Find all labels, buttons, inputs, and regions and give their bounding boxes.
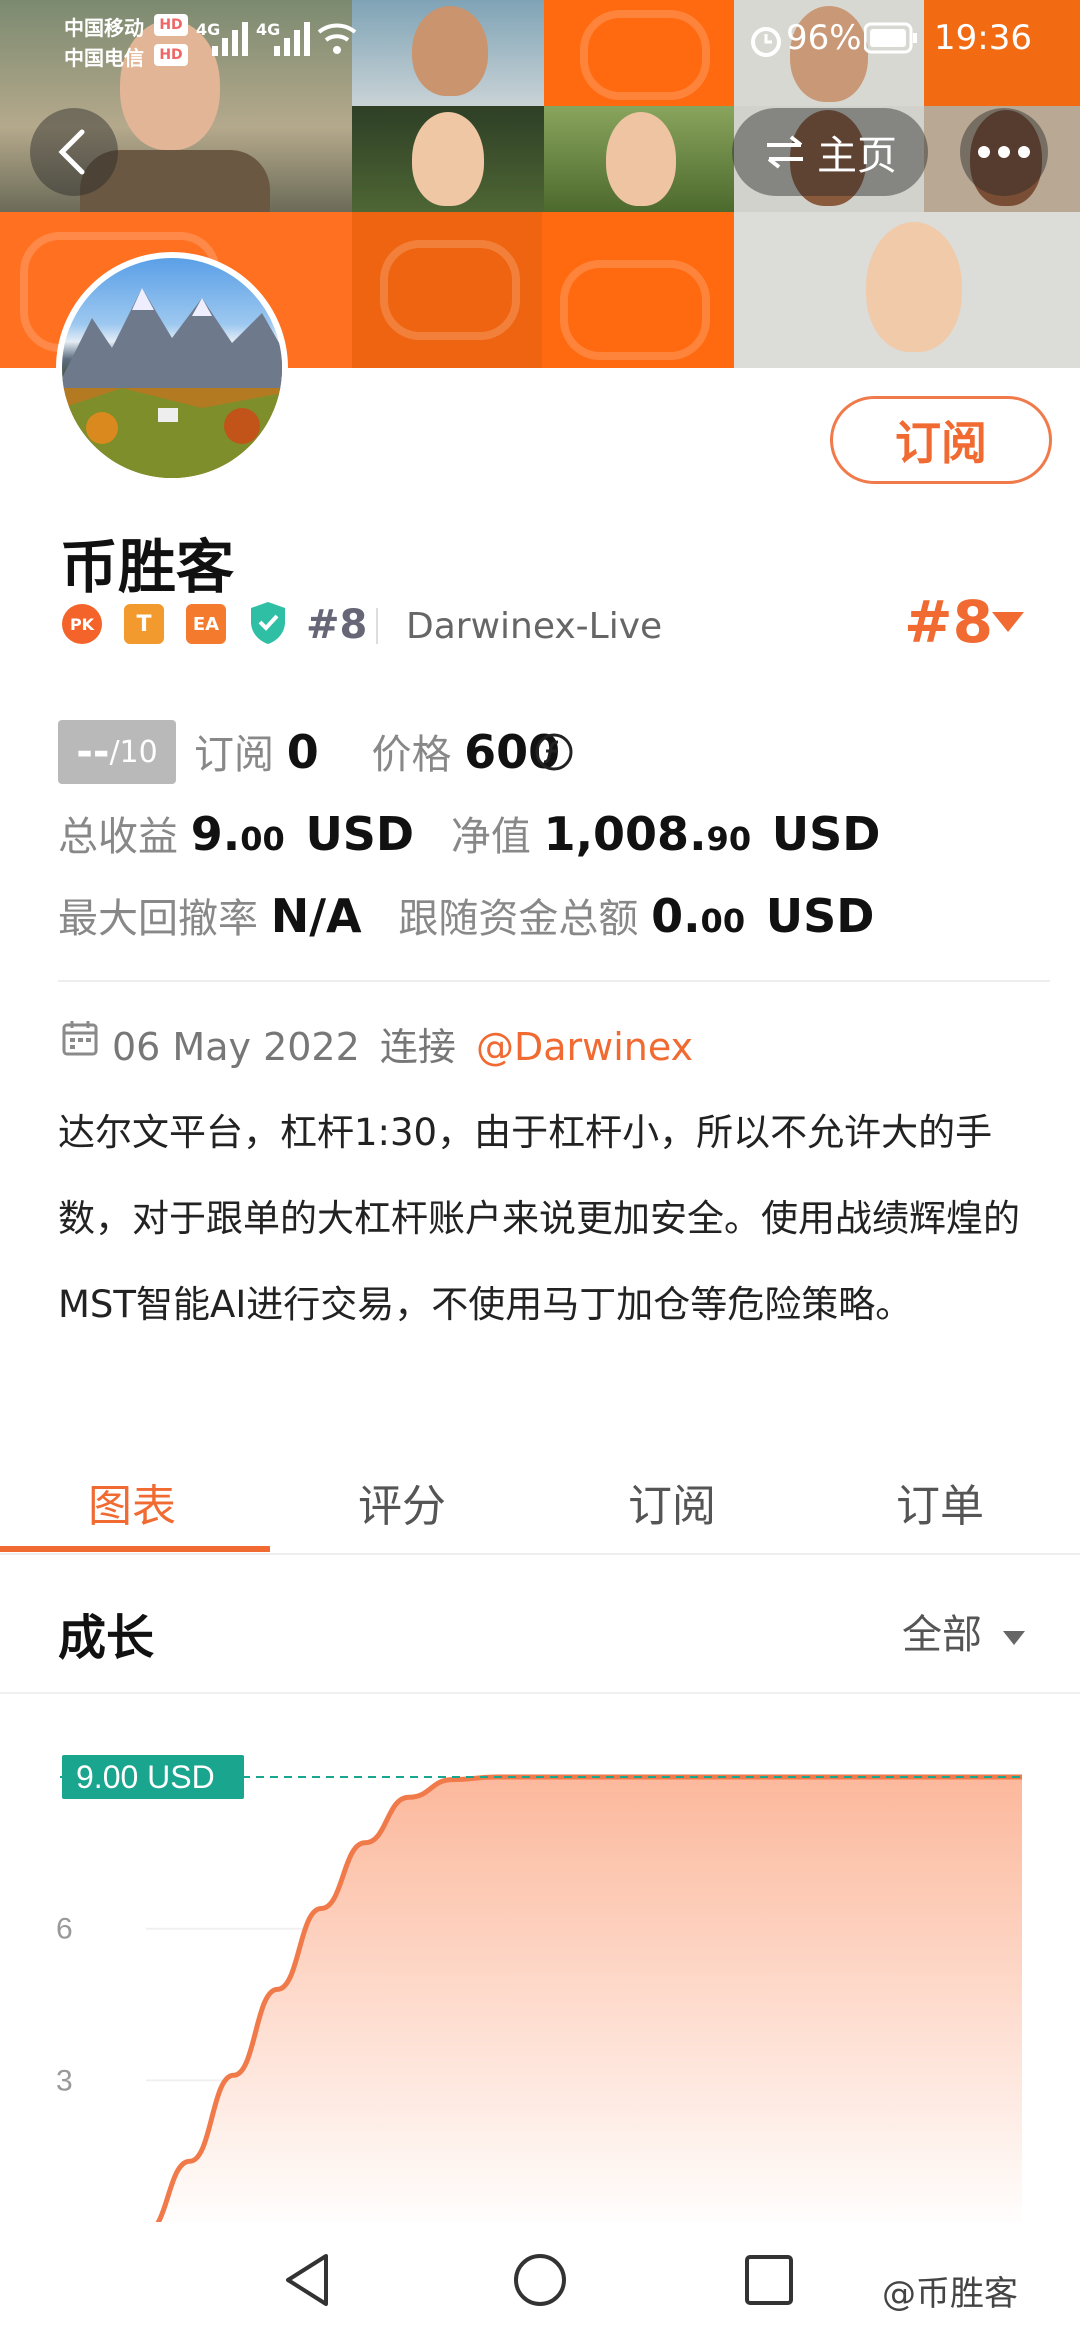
score-max: /10	[109, 734, 158, 770]
mountain-landscape-image	[62, 288, 282, 478]
range-filter[interactable]: 全部	[902, 1602, 1027, 1660]
drawdown-label: 最大回撤率	[58, 896, 258, 942]
section-divider	[58, 980, 1050, 982]
more-icon	[978, 146, 1030, 158]
score-value: --	[76, 729, 110, 775]
drawdown-row: 最大回撤率 N/A 跟随资金总额 0.00 USD	[58, 886, 874, 944]
equity-unit: USD	[771, 807, 881, 861]
divider	[376, 608, 378, 644]
chart-divider	[0, 1692, 1080, 1694]
total-profit-dec: 00	[240, 820, 285, 858]
home-button[interactable]: 主页	[732, 108, 928, 196]
y-tick-label: 3	[56, 2064, 73, 2097]
subscribe-count-label: 订阅	[194, 732, 274, 778]
coin-icon	[535, 733, 573, 771]
profit-row: 总收益 9.00 USD 净值 1,008.90 USD	[58, 804, 880, 862]
ea-badge-label: EA	[192, 613, 220, 635]
follow-int: 0.	[651, 889, 701, 943]
calendar-icon	[62, 1021, 98, 1056]
account-description: 达尔文平台，杠杆1:30，由于杠杆小，所以不允许大的手数，对于跟单的大杠杆账户来…	[58, 1111, 1020, 1326]
broker-name[interactable]: Darwinex-Live	[406, 606, 662, 647]
equity-label: 净值	[450, 814, 531, 860]
tab-rating[interactable]: 评分	[358, 1470, 446, 1534]
total-profit-unit: USD	[305, 807, 415, 861]
pk-badge[interactable]: PK	[62, 604, 102, 644]
follow-dec: 00	[700, 902, 746, 940]
chevron-left-icon	[58, 129, 85, 175]
price-label: 价格	[371, 732, 452, 778]
home-label: 主页	[817, 133, 897, 179]
recents-nav-icon[interactable]	[744, 2254, 794, 2306]
tab-chart[interactable]: 图表	[88, 1470, 176, 1534]
ea-badge[interactable]: EA	[186, 604, 226, 644]
connect-date: 06 May 2022	[112, 1025, 360, 1069]
section-title: 成长	[58, 1610, 155, 1666]
range-filter-label: 全部	[902, 1612, 982, 1658]
swap-icon	[767, 135, 803, 169]
follow-unit: USD	[765, 889, 875, 943]
active-tab-indicator	[0, 1546, 270, 1552]
signal-icon-2	[274, 22, 310, 56]
battery-icon	[864, 22, 917, 54]
tab-orders[interactable]: 订单	[896, 1470, 984, 1534]
score-box: -- /10	[58, 720, 176, 784]
equity-int: 1,008.	[543, 807, 707, 861]
connect-row: 06 May 2022 连接 @Darwinex	[112, 1016, 693, 1071]
subscribe-count: 0	[286, 725, 319, 779]
system-nav-bar: @币胜客	[0, 2222, 1080, 2340]
growth-area	[146, 1777, 1022, 2222]
more-button[interactable]	[960, 108, 1048, 196]
t-badge[interactable]: T	[124, 604, 164, 644]
battery-percent: 96%	[786, 18, 862, 58]
carrier1: 中国移动	[64, 16, 144, 40]
caret-down-icon[interactable]	[990, 610, 1026, 634]
t-badge-label: T	[136, 611, 152, 637]
watermark: @币胜客	[882, 2274, 1018, 2314]
growth-chart: 3 6 9.00 USD	[56, 1755, 1022, 2222]
total-profit-label: 总收益	[58, 814, 178, 860]
tab-subscribe[interactable]: 订阅	[628, 1470, 716, 1534]
hd-badge-2: HD	[154, 44, 188, 66]
broker-link[interactable]: @Darwinex	[476, 1025, 693, 1069]
clock: 19:36	[934, 18, 1032, 58]
signal-icon	[212, 22, 248, 56]
connect-label: 连接	[379, 1025, 456, 1069]
tabs-divider	[0, 1553, 1080, 1555]
page-title: 币胜客	[60, 533, 235, 601]
avatar[interactable]	[56, 252, 288, 484]
hd-badge: HD	[154, 14, 188, 36]
back-nav-icon[interactable]	[282, 2252, 334, 2308]
rank-small: #8	[306, 602, 368, 648]
home-nav-icon[interactable]	[512, 2252, 568, 2308]
pk-badge-label: PK	[69, 614, 95, 634]
drawdown-value: N/A	[270, 889, 362, 943]
wifi-icon	[317, 23, 357, 54]
current-value-label: 9.00 USD	[76, 1759, 215, 1795]
back-button[interactable]	[30, 108, 118, 196]
subscribe-count-row: 订阅 0 价格 600	[194, 722, 560, 780]
total-profit-int: 9.	[190, 807, 241, 861]
follow-label: 跟随资金总额	[398, 896, 639, 942]
verified-shield-icon	[251, 602, 285, 644]
rank-big[interactable]: #8	[904, 588, 993, 656]
y-tick-label: 6	[56, 1913, 73, 1946]
caret-down-icon	[1002, 1631, 1025, 1645]
alarm-icon	[751, 27, 781, 57]
equity-dec: 90	[706, 820, 752, 858]
carrier2: 中国电信	[64, 46, 144, 70]
subscribe-button[interactable]: 订阅	[830, 396, 1052, 484]
